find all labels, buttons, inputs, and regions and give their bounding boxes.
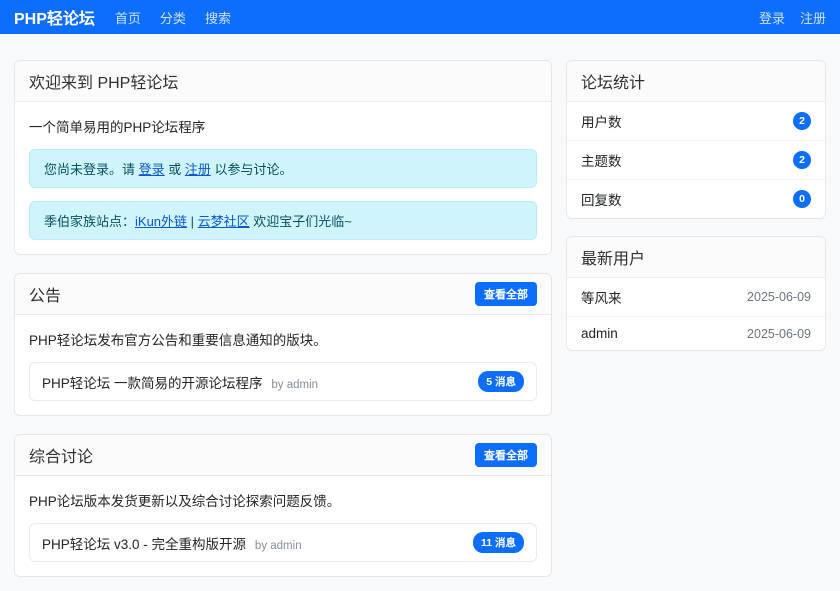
sidebar-column: 论坛统计 用户数 2 主题数 2 回复数 0 最新用户	[566, 60, 826, 351]
auth-links: 登录 注册	[759, 8, 826, 27]
latest-users-title: 最新用户	[581, 245, 645, 269]
board-card-announcements: 公告 查看全部 PHP轻论坛发布官方公告和重要信息通知的版块。 PHP轻论坛 一…	[14, 273, 552, 416]
nav-item-home[interactable]: 首页	[115, 8, 141, 27]
user-row: admin 2025-06-09	[567, 317, 825, 350]
topic-list-item[interactable]: PHP轻论坛 一款简易的开源论坛程序 by admin 5 消息	[29, 362, 537, 401]
page-container: 欢迎来到 PHP轻论坛 一个简单易用的PHP论坛程序 您尚未登录。请 登录 或 …	[0, 34, 840, 591]
view-all-button[interactable]: 查看全部	[475, 443, 537, 467]
board-description: PHP轻论坛发布官方公告和重要信息通知的版块。	[29, 329, 537, 349]
forum-stats-list: 用户数 2 主题数 2 回复数 0	[567, 102, 825, 218]
user-join-date: 2025-06-09	[747, 327, 811, 341]
site-brand[interactable]: PHP轻论坛	[14, 5, 95, 29]
stat-count-badge: 2	[793, 112, 811, 130]
topic-list-item[interactable]: PHP轻论坛 v3.0 - 完全重构版开源 by admin 11 消息	[29, 523, 537, 562]
forum-stats-header: 论坛统计	[567, 61, 825, 102]
welcome-title: 欢迎来到 PHP轻论坛	[29, 69, 178, 93]
stat-count-badge: 2	[793, 151, 811, 169]
stat-label: 主题数	[581, 150, 622, 170]
user-name[interactable]: admin	[581, 326, 618, 341]
nav-links: 首页 分类 搜索	[115, 8, 759, 27]
user-row: 等风来 2025-06-09	[567, 278, 825, 317]
topic-title[interactable]: PHP轻论坛 v3.0 - 完全重构版开源	[42, 537, 246, 552]
main-column: 欢迎来到 PHP轻论坛 一个简单易用的PHP论坛程序 您尚未登录。请 登录 或 …	[14, 60, 552, 577]
topic-author: by admin	[255, 540, 302, 552]
topic-author: by admin	[271, 379, 318, 391]
promo-link-ikun[interactable]: iKun外链	[135, 214, 187, 229]
stat-label: 回复数	[581, 189, 622, 209]
latest-users-card: 最新用户 等风来 2025-06-09 admin 2025-06-09	[566, 236, 826, 351]
nav-item-categories[interactable]: 分类	[160, 8, 186, 27]
promo-alert-text: 季伯家族站点：	[44, 214, 135, 229]
topic-text: PHP轻论坛 一款简易的开源论坛程序 by admin	[42, 372, 318, 392]
latest-users-header: 最新用户	[567, 237, 825, 278]
login-alert: 您尚未登录。请 登录 或 注册 以参与讨论。	[29, 149, 537, 188]
board-title: 公告	[29, 282, 61, 306]
register-link[interactable]: 注册	[800, 8, 826, 27]
stat-row-replies: 回复数 0	[567, 180, 825, 218]
topic-message-count-badge: 5 消息	[478, 371, 524, 392]
welcome-description: 一个简单易用的PHP论坛程序	[29, 116, 537, 136]
board-announcements-body: PHP轻论坛发布官方公告和重要信息通知的版块。 PHP轻论坛 一款简易的开源论坛…	[15, 315, 551, 415]
latest-users-list: 等风来 2025-06-09 admin 2025-06-09	[567, 278, 825, 350]
promo-alert: 季伯家族站点：iKun外链 | 云梦社区 欢迎宝子们光临~	[29, 201, 537, 240]
topic-text: PHP轻论坛 v3.0 - 完全重构版开源 by admin	[42, 533, 302, 553]
alert-register-link[interactable]: 注册	[185, 162, 211, 177]
login-alert-text: 您尚未登录。请	[44, 162, 139, 177]
topic-title[interactable]: PHP轻论坛 一款简易的开源论坛程序	[42, 376, 263, 391]
promo-link-yunmeng[interactable]: 云梦社区	[198, 214, 250, 229]
user-name[interactable]: 等风来	[581, 287, 622, 307]
board-general-header: 综合讨论 查看全部	[15, 435, 551, 476]
welcome-card: 欢迎来到 PHP轻论坛 一个简单易用的PHP论坛程序 您尚未登录。请 登录 或 …	[14, 60, 552, 255]
stat-row-topics: 主题数 2	[567, 141, 825, 180]
nav-item-search[interactable]: 搜索	[205, 8, 231, 27]
board-announcements-header: 公告 查看全部	[15, 274, 551, 315]
board-general-body: PHP论坛版本发货更新以及综合讨论探索问题反馈。 PHP轻论坛 v3.0 - 完…	[15, 476, 551, 576]
user-join-date: 2025-06-09	[747, 290, 811, 304]
login-alert-text: 或	[165, 162, 185, 177]
promo-alert-text: |	[187, 214, 198, 229]
alert-login-link[interactable]: 登录	[139, 162, 165, 177]
view-all-button[interactable]: 查看全部	[475, 282, 537, 306]
topic-message-count-badge: 11 消息	[473, 532, 524, 553]
welcome-card-header: 欢迎来到 PHP轻论坛	[15, 61, 551, 102]
stat-row-users: 用户数 2	[567, 102, 825, 141]
top-navbar: PHP轻论坛 首页 分类 搜索 登录 注册	[0, 0, 840, 34]
forum-stats-title: 论坛统计	[581, 69, 645, 93]
stat-count-badge: 0	[793, 190, 811, 208]
forum-stats-card: 论坛统计 用户数 2 主题数 2 回复数 0	[566, 60, 826, 219]
promo-alert-text: 欢迎宝子们光临~	[250, 214, 352, 229]
board-description: PHP论坛版本发货更新以及综合讨论探索问题反馈。	[29, 490, 537, 510]
stat-label: 用户数	[581, 111, 622, 131]
welcome-card-body: 一个简单易用的PHP论坛程序 您尚未登录。请 登录 或 注册 以参与讨论。 季伯…	[15, 102, 551, 254]
board-card-general-discussion: 综合讨论 查看全部 PHP论坛版本发货更新以及综合讨论探索问题反馈。 PHP轻论…	[14, 434, 552, 577]
board-title: 综合讨论	[29, 443, 93, 467]
login-link[interactable]: 登录	[759, 8, 785, 27]
login-alert-text: 以参与讨论。	[211, 162, 293, 177]
